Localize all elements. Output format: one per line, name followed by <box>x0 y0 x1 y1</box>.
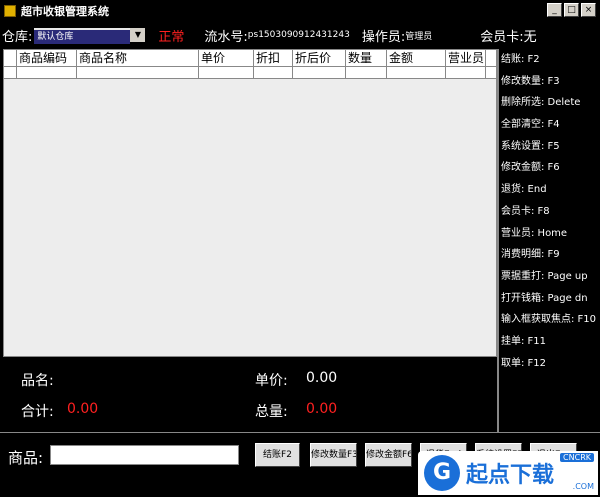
unit-price-label: 单价: <box>255 373 288 389</box>
goods-label: 商品: <box>8 449 44 467</box>
logo-text: 起点下载 <box>466 463 555 488</box>
total-qty-value: 0.00 <box>306 401 338 417</box>
close-button[interactable]: × <box>581 3 596 17</box>
modify-amount-button[interactable]: 修改金额F6 <box>365 443 412 467</box>
operator-label: 操作员: <box>361 29 406 45</box>
total-value: 0.00 <box>67 401 99 417</box>
row-indicator-header <box>4 50 17 66</box>
modify-qty-button[interactable]: 修改数量F3 <box>310 443 357 467</box>
warehouse-value: 默认仓库 <box>34 30 131 44</box>
serial-value: ps1503090912431243 <box>247 30 350 40</box>
summary-panel: 品名: 单价: 0.00 合计: 0.00 总量: 0.00 <box>3 357 497 432</box>
unit-price-value: 0.00 <box>306 370 338 386</box>
member-label: 会员卡: <box>480 29 524 45</box>
info-bar: 仓库: 默认仓库 ▼ 正常 流水号: ps1503090912431243 操作… <box>0 22 600 48</box>
col-header-amount[interactable]: 金额 <box>387 50 446 66</box>
logo-site: CNCRK <box>560 453 594 462</box>
col-header-price[interactable]: 单价 <box>199 50 254 66</box>
warehouse-label: 仓库: <box>2 29 33 45</box>
checkout-button[interactable]: 结账F2 <box>255 443 300 467</box>
col-header-discount[interactable]: 折扣 <box>254 50 293 66</box>
shortcut-item: 会员卡: F8 <box>501 205 550 217</box>
shortcut-panel: 结账: F2 修改数量: F3 删除所选: Delete 全部清空: F4 系统… <box>497 49 600 432</box>
sales-grid[interactable]: 商品编码 商品名称 单价 折扣 折后价 数量 金额 营业员 <box>3 49 497 357</box>
col-header-code[interactable]: 商品编码 <box>17 50 77 66</box>
window-controls: _ □ × <box>547 3 596 17</box>
shortcut-item: 票据重打: Page up <box>501 270 588 282</box>
total-label: 合计: <box>21 404 54 420</box>
col-header-name[interactable]: 商品名称 <box>77 50 199 66</box>
window-title: 超市收银管理系统 <box>21 5 109 18</box>
shortcut-item: 修改数量: F3 <box>501 75 560 87</box>
status-text: 正常 <box>158 29 185 45</box>
operator-value: 管理员 <box>405 31 433 42</box>
shortcut-item: 删除所选: Delete <box>501 97 581 109</box>
col-header-qty[interactable]: 数量 <box>346 50 387 66</box>
warehouse-select[interactable]: 默认仓库 ▼ <box>33 27 147 44</box>
member-value: 无 <box>523 29 537 45</box>
logo-icon: G <box>424 455 460 491</box>
app-icon <box>4 5 16 17</box>
col-header-clerk[interactable]: 营业员 <box>446 50 486 66</box>
shortcut-item: 结账: F2 <box>501 54 540 65</box>
minimize-button[interactable]: _ <box>547 3 562 17</box>
shortcut-item: 营业员: Home <box>501 227 568 239</box>
shortcut-item: 消费明细: F9 <box>501 249 560 261</box>
title-bar: 超市收银管理系统 _ □ × <box>0 0 600 22</box>
shortcut-item: 输入框获取焦点: F10 <box>501 314 597 326</box>
logo-site-suffix: .COM <box>572 482 594 491</box>
serial-label: 流水号: <box>204 29 248 45</box>
shortcut-item: 取单: F12 <box>501 357 547 369</box>
shortcut-item: 系统设置: F5 <box>501 140 560 152</box>
shortcut-item: 修改金额: F6 <box>501 162 560 174</box>
shortcut-item: 挂单: F11 <box>501 335 547 347</box>
table-row[interactable] <box>4 67 496 79</box>
shortcut-item: 全部清空: F4 <box>501 119 560 131</box>
shortcut-item: 退货: End <box>501 184 547 196</box>
bottom-bar: 商品: 结账F2 修改数量F3 修改金额F6 退货End 系统设置F5 退出Es… <box>0 432 600 497</box>
grid-header: 商品编码 商品名称 单价 折扣 折后价 数量 金额 营业员 <box>4 50 496 67</box>
chevron-down-icon[interactable]: ▼ <box>130 28 146 42</box>
col-header-discounted-price[interactable]: 折后价 <box>293 50 346 66</box>
product-name-label: 品名: <box>21 373 54 389</box>
total-qty-label: 总量: <box>255 404 288 420</box>
shortcut-item: 打开钱箱: Page dn <box>501 292 588 304</box>
goods-input[interactable] <box>50 445 239 465</box>
maximize-button[interactable]: □ <box>564 3 579 17</box>
watermark-logo: G 起点下载 CNCRK .COM <box>418 451 598 495</box>
